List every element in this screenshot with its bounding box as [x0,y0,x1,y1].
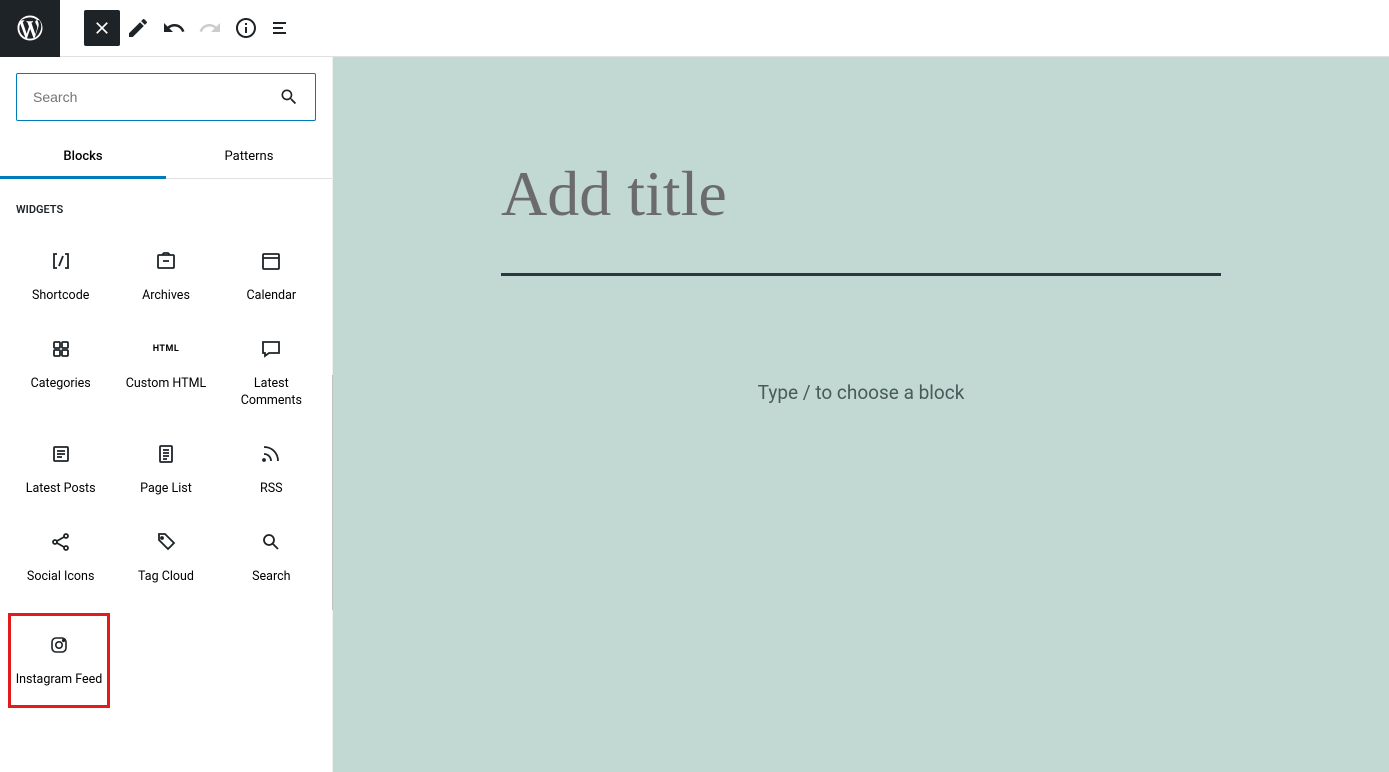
close-inserter-button[interactable] [84,10,120,46]
tools-button[interactable] [120,10,156,46]
block-archives[interactable]: Archives [113,232,218,320]
block-search[interactable]: Search [219,513,324,601]
latest-posts-icon [49,442,73,466]
block-tag-cloud[interactable]: Tag Cloud [113,513,218,601]
wordpress-icon [15,13,45,43]
list-view-icon [270,16,294,40]
block-latest-comments[interactable]: Latest Comments [219,320,324,425]
search-box [16,73,316,121]
main-container: Blocks Patterns WIDGETS Shortcode Archiv… [0,57,1389,772]
categories-icon [49,337,73,361]
block-appender-prompt[interactable]: Type / to choose a block [501,381,1221,404]
undo-icon [162,16,186,40]
section-widgets-title: WIDGETS [0,179,332,224]
html-icon: HTML [153,344,180,354]
block-social-icons[interactable]: Social Icons [8,513,113,601]
magnify-icon [259,530,283,554]
top-toolbar [0,0,1389,57]
share-icon [49,530,73,554]
block-instagram-feed[interactable]: Instagram Feed [11,616,107,704]
shortcode-icon [49,249,73,273]
calendar-icon [259,249,283,273]
archives-icon [154,249,178,273]
block-rss[interactable]: RSS [219,425,324,513]
block-latest-posts[interactable]: Latest Posts [8,425,113,513]
block-calendar[interactable]: Calendar [219,232,324,320]
rss-icon [259,442,283,466]
inserter-tabs: Blocks Patterns [0,137,332,179]
comments-icon [259,337,283,361]
redo-icon [198,16,222,40]
block-categories[interactable]: Categories [8,320,113,425]
tab-patterns[interactable]: Patterns [166,137,332,178]
list-view-button[interactable] [264,10,300,46]
block-page-list[interactable]: Page List [113,425,218,513]
block-shortcode[interactable]: Shortcode [8,232,113,320]
info-button[interactable] [228,10,264,46]
redo-button[interactable] [192,10,228,46]
post-title-placeholder[interactable]: Add title [501,157,1221,231]
search-icon [279,87,299,107]
block-inserter-sidebar: Blocks Patterns WIDGETS Shortcode Archiv… [0,57,333,772]
pencil-icon [126,16,150,40]
search-input[interactable] [33,89,279,105]
undo-button[interactable] [156,10,192,46]
editor-canvas[interactable]: Add title Type / to choose a block [333,57,1389,772]
highlighted-block-wrapper: Instagram Feed [8,613,110,707]
tag-icon [154,530,178,554]
title-underline [501,273,1221,276]
instagram-icon [47,633,71,657]
blocks-list: WIDGETS Shortcode Archives Calendar Cate… [0,179,332,772]
tab-blocks[interactable]: Blocks [0,137,166,179]
info-icon [234,16,258,40]
wordpress-logo[interactable] [0,0,60,57]
block-custom-html[interactable]: HTML Custom HTML [113,320,218,425]
page-list-icon [154,442,178,466]
close-icon [92,18,112,38]
